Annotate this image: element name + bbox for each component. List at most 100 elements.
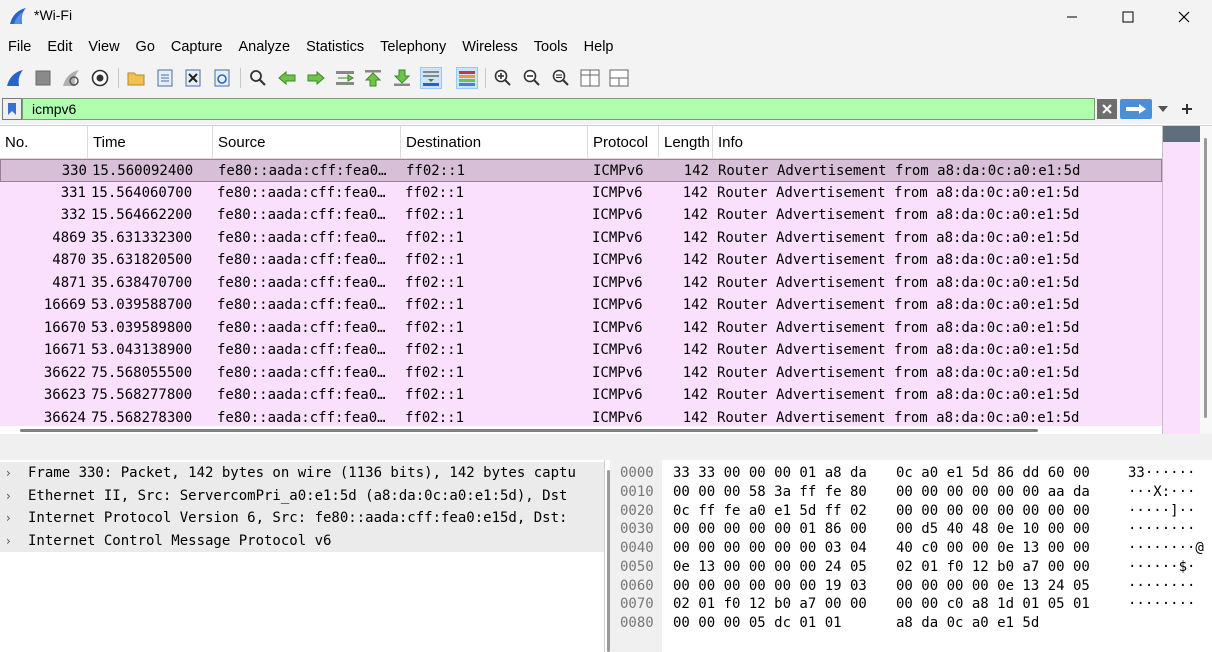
table-row[interactable]: 4870 35.631820500 fe80::aada:cff:fea0… ff02… [0, 249, 1162, 272]
chevron-right-icon[interactable]: › [6, 530, 18, 552]
column-header-protocol[interactable]: Protocol [588, 126, 659, 158]
packet-number: 36622 [43, 364, 86, 381]
packet-info: Router Advertisement from a8:da:0c:a0:e1… [717, 207, 1080, 223]
table-row[interactable]: 332 15.564662200 fe80::aada:cff:fea0… ff02:… [0, 204, 1162, 227]
chevron-right-icon[interactable]: › [6, 485, 18, 507]
pane-splitter[interactable] [0, 434, 1212, 460]
menu-statistics[interactable]: Statistics [298, 33, 372, 61]
go-first-button[interactable] [362, 67, 384, 89]
reload-file-icon [214, 69, 230, 87]
arrow-right-icon [1126, 104, 1146, 114]
hex-dump-line[interactable]: 0080 00 00 00 05 dc 01 01 a8 da 0c a0 e1 5… [610, 614, 1212, 633]
detail-ipv6[interactable]: › Internet Protocol Version 6, Src: fe80:… [0, 507, 604, 530]
column-header-no[interactable]: No. [0, 126, 88, 158]
column-header-info[interactable]: Info [713, 126, 1162, 158]
menu-file[interactable]: File [0, 33, 39, 61]
filter-bookmark-button[interactable] [2, 98, 22, 120]
start-capture-icon [7, 70, 23, 86]
packet-time: 15.564662200 [91, 207, 193, 223]
detail-icmpv6[interactable]: › Internet Control Message Protocol v6 [0, 529, 604, 552]
close-file-button[interactable] [182, 67, 204, 89]
reload-file-button[interactable] [211, 67, 233, 89]
packet-bytes-pane: 0000 33 33 00 00 00 01 a8 da 0c a0 e1 5d 8… [610, 460, 1212, 652]
packet-length: 142 [682, 229, 708, 246]
table-row[interactable]: 36622 75.568055500 fe80::aada:cff:fea0… ff0… [0, 361, 1162, 384]
minimize-button[interactable] [1044, 0, 1100, 33]
layout-button[interactable] [608, 67, 630, 89]
table-row[interactable]: 331 15.564060700 fe80::aada:cff:fea0… ff02:… [0, 181, 1162, 204]
packet-time: 75.568055500 [91, 364, 193, 381]
close-window-button[interactable] [1156, 0, 1212, 33]
packet-source: fe80::aada:cff:fea0… [218, 163, 387, 179]
table-row[interactable]: 36623 75.568277800 fe80::aada:cff:fea0… ff0… [0, 384, 1162, 407]
go-back-button[interactable] [276, 67, 298, 89]
table-row[interactable]: 16671 53.043138900 fe80::aada:cff:fea0… ff0… [0, 339, 1162, 362]
display-filter-input[interactable]: icmpv6 [22, 98, 1095, 120]
hex-dump-line[interactable]: 0040 00 00 00 00 00 00 03 04 40 c0 00 00 0… [610, 539, 1212, 558]
menu-wireless[interactable]: Wireless [454, 33, 526, 61]
column-header-source[interactable]: Source [213, 126, 401, 158]
main-toolbar [0, 61, 1212, 95]
autoscroll-button[interactable] [420, 67, 442, 89]
find-packet-button[interactable] [247, 67, 269, 89]
packet-length: 142 [682, 274, 708, 291]
table-row[interactable]: 4871 35.638470700 fe80::aada:cff:fea0… ff02… [0, 271, 1162, 294]
hex-bytes: 33 33 00 00 00 01 a8 da [673, 465, 867, 481]
chevron-right-icon[interactable]: › [6, 507, 18, 529]
menu-telephony[interactable]: Telephony [372, 33, 454, 61]
hex-dump-line[interactable]: 0030 00 00 00 00 00 01 86 00 00 d5 40 48 0… [610, 520, 1212, 539]
capture-options-button[interactable] [89, 67, 111, 89]
detail-ethernet[interactable]: › Ethernet II, Src: ServercomPri_a0:e1:5d… [0, 484, 604, 507]
go-to-packet-button[interactable] [334, 67, 356, 89]
detail-frame[interactable]: › Frame 330: Packet, 142 bytes on wire (1… [0, 462, 604, 485]
go-forward-button[interactable] [305, 67, 327, 89]
colorize-button[interactable] [456, 67, 478, 89]
zoom-in-button[interactable] [492, 67, 514, 89]
filter-history-dropdown[interactable] [1154, 99, 1172, 119]
hex-dump-line[interactable]: 0020 0c ff fe a0 e1 5d ff 02 00 00 00 00 0… [610, 502, 1212, 521]
table-row[interactable]: 4869 35.631332300 fe80::aada:cff:fea0… ff02… [0, 226, 1162, 249]
go-last-button[interactable] [391, 67, 413, 89]
packet-list-scrollbar[interactable] [1200, 126, 1212, 435]
column-header-destination[interactable]: Destination [401, 126, 588, 158]
zoom-out-button[interactable] [521, 67, 543, 89]
resize-columns-button[interactable] [579, 67, 601, 89]
chevron-right-icon[interactable]: › [6, 462, 18, 484]
add-filter-button[interactable] [1176, 99, 1198, 119]
menu-capture[interactable]: Capture [163, 33, 231, 61]
ascii-bytes: ········@ [1128, 540, 1204, 556]
menu-help[interactable]: Help [576, 33, 622, 61]
menu-go[interactable]: Go [128, 33, 163, 61]
menu-analyze[interactable]: Analyze [230, 33, 298, 61]
hex-dump-line[interactable]: 0070 02 01 f0 12 b0 a7 00 00 00 00 c0 a8 1… [610, 595, 1212, 614]
hex-dump-line[interactable]: 0010 00 00 00 58 3a ff fe 80 00 00 00 00 0… [610, 483, 1212, 502]
table-row[interactable]: 16669 53.039588700 fe80::aada:cff:fea0… ff0… [0, 294, 1162, 317]
menu-bar: File Edit View Go Capture Analyze Statis… [0, 33, 1212, 61]
normal-size-button[interactable] [550, 67, 572, 89]
restart-capture-button[interactable] [60, 67, 82, 89]
maximize-button[interactable] [1100, 0, 1156, 33]
packet-number: 16669 [43, 297, 86, 313]
menu-edit[interactable]: Edit [39, 33, 80, 61]
hex-dump-line[interactable]: 0060 00 00 00 00 00 00 19 03 00 00 00 00 0… [610, 577, 1212, 596]
zoom-in-icon [494, 69, 511, 86]
packet-destination: ff02::1 [405, 387, 465, 403]
table-row[interactable]: 16670 53.039589800 fe80::aada:cff:fea0… ff0… [0, 316, 1162, 339]
packet-destination: ff02::1 [405, 319, 465, 336]
save-file-button[interactable] [154, 67, 176, 89]
packet-source: fe80::aada:cff:fea0… [217, 229, 386, 246]
table-row-selected[interactable]: 330 15.560092400 fe80::aada:cff:fea0… ff02:… [0, 159, 1162, 182]
hex-dump-line[interactable]: 0000 33 33 00 00 00 01 a8 da 0c a0 e1 5d 8… [610, 464, 1212, 483]
stop-capture-button[interactable] [32, 67, 54, 89]
menu-view[interactable]: View [80, 33, 127, 61]
start-capture-button[interactable] [4, 67, 26, 89]
column-header-length[interactable]: Length [659, 126, 713, 158]
column-header-time[interactable]: Time [88, 126, 213, 158]
hex-dump-line[interactable]: 0050 0e 13 00 00 00 00 24 05 02 01 f0 12 b… [610, 558, 1212, 577]
packet-minimap[interactable] [1162, 126, 1200, 435]
minimize-icon [1067, 16, 1077, 17]
menu-tools[interactable]: Tools [526, 33, 576, 61]
open-file-button[interactable] [125, 67, 147, 89]
apply-filter-button[interactable] [1120, 99, 1152, 119]
clear-filter-button[interactable] [1097, 99, 1117, 119]
